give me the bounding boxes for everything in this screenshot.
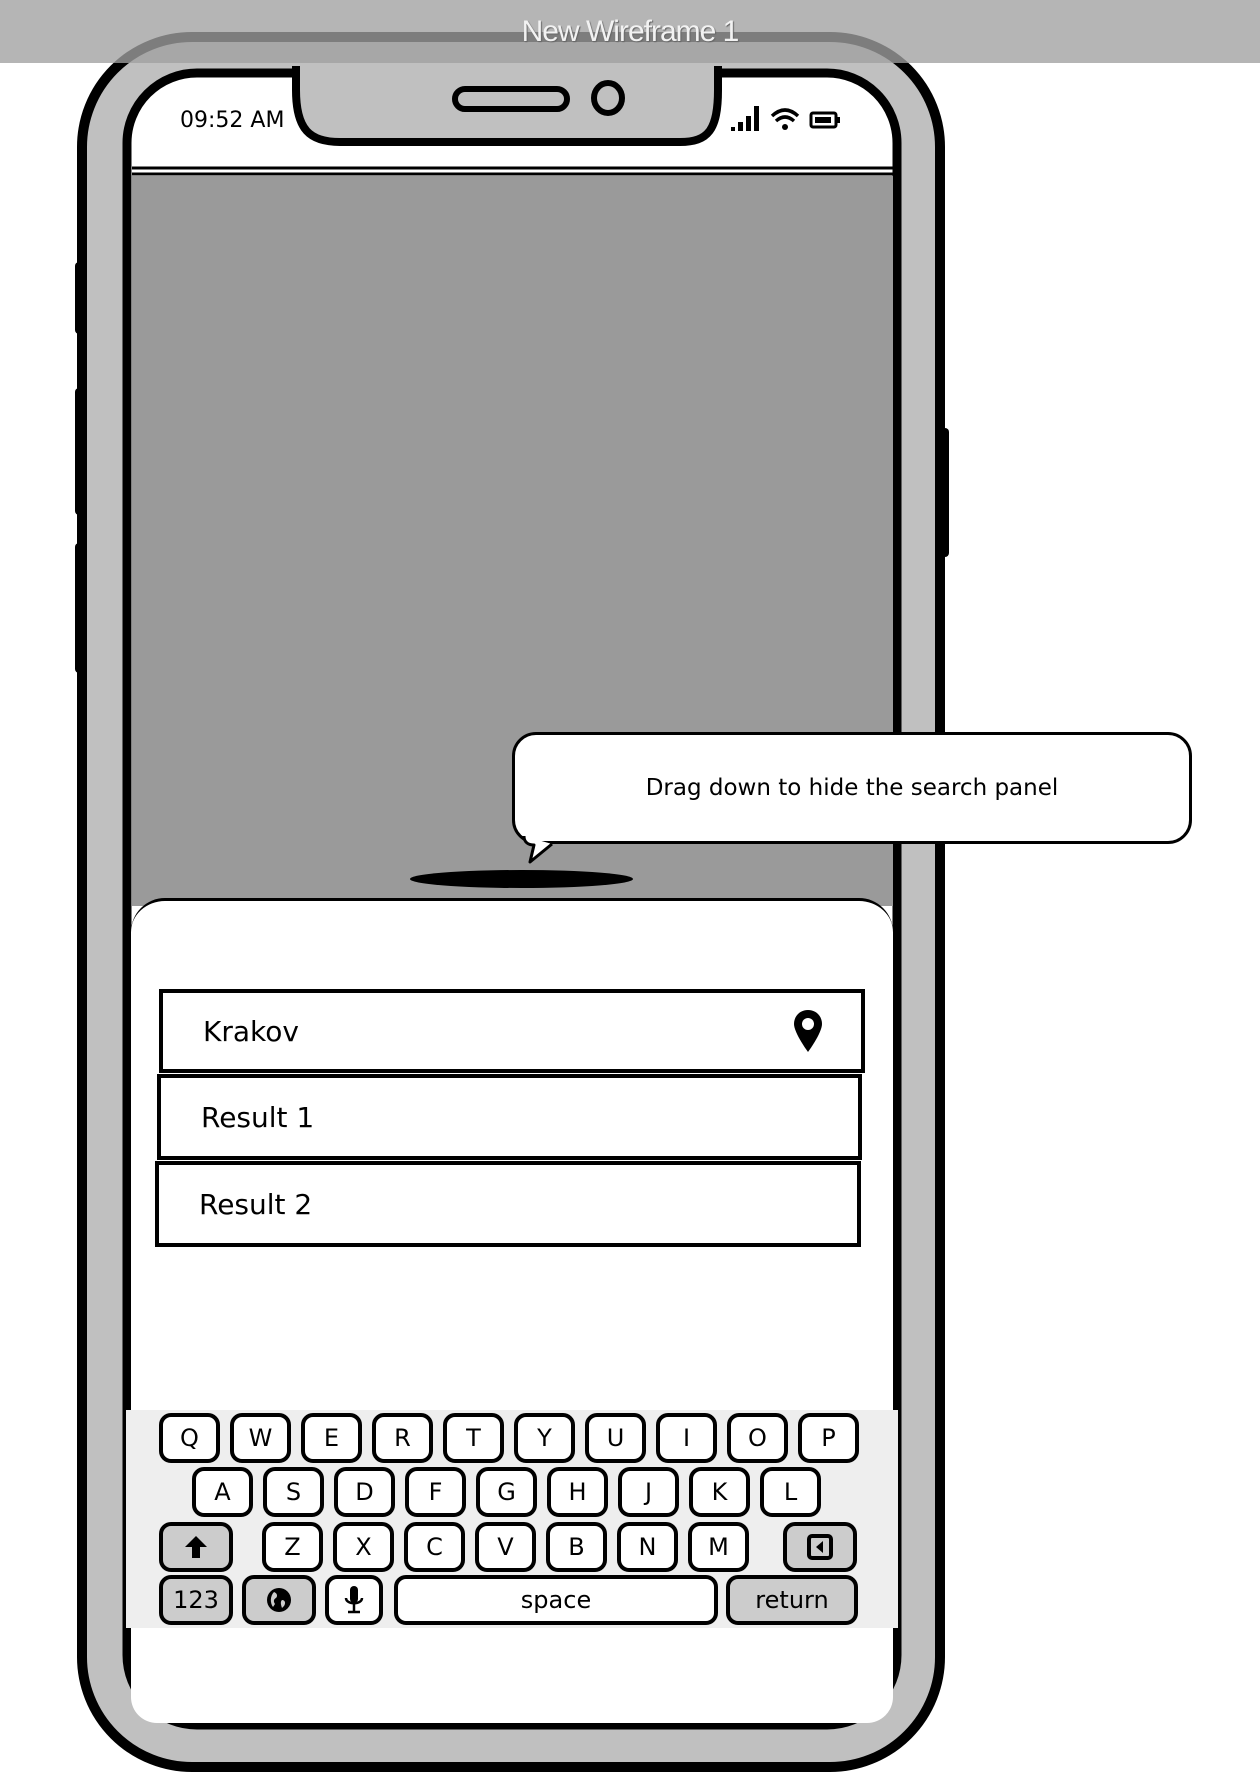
key-s[interactable]: S	[263, 1467, 324, 1517]
front-camera	[591, 80, 625, 116]
key-e[interactable]: E	[301, 1413, 362, 1463]
search-result-item[interactable]: Result 1	[157, 1074, 862, 1160]
key-f[interactable]: F	[405, 1467, 466, 1517]
key-x[interactable]: X	[333, 1522, 394, 1572]
backspace-key[interactable]	[783, 1522, 857, 1572]
return-key[interactable]: return	[726, 1575, 858, 1625]
window-title-bar: New Wireframe 1	[0, 0, 1260, 63]
globe-key[interactable]	[242, 1575, 316, 1625]
key-k[interactable]: K	[689, 1467, 750, 1517]
key-l[interactable]: L	[760, 1467, 821, 1517]
key-v[interactable]: V	[475, 1522, 536, 1572]
key-i[interactable]: I	[656, 1413, 717, 1463]
key-b[interactable]: B	[546, 1522, 607, 1572]
drag-handle[interactable]	[410, 870, 633, 888]
arrow-up-icon	[185, 1536, 207, 1558]
space-key[interactable]: space	[394, 1575, 718, 1625]
key-w[interactable]: W	[230, 1413, 291, 1463]
search-result-label: Result 2	[199, 1187, 313, 1221]
search-result-item[interactable]: Result 2	[155, 1161, 861, 1247]
key-d[interactable]: D	[334, 1467, 395, 1517]
map-pin-icon[interactable]	[793, 1009, 823, 1053]
key-r[interactable]: R	[372, 1413, 433, 1463]
search-result-label: Result 1	[201, 1100, 315, 1134]
microphone-key[interactable]	[325, 1575, 383, 1625]
speaker	[452, 86, 570, 112]
search-input-value: Krakov	[203, 1014, 299, 1048]
tooltip-bubble: Drag down to hide the search panel	[512, 732, 1192, 844]
tooltip-tail	[522, 836, 553, 864]
key-o[interactable]: O	[727, 1413, 788, 1463]
tooltip-text: Drag down to hide the search panel	[645, 775, 1059, 801]
backspace-icon	[807, 1534, 833, 1560]
key-g[interactable]: G	[476, 1467, 537, 1517]
key-c[interactable]: C	[404, 1522, 465, 1572]
key-m[interactable]: M	[688, 1522, 749, 1572]
key-j[interactable]: J	[618, 1467, 679, 1517]
key-u[interactable]: U	[585, 1413, 646, 1463]
key-t[interactable]: T	[443, 1413, 504, 1463]
numbers-key[interactable]: 123	[159, 1575, 233, 1625]
status-time: 09:52 AM	[180, 108, 285, 133]
globe-icon	[267, 1588, 291, 1612]
search-input[interactable]: Krakov	[159, 989, 865, 1073]
shift-key[interactable]	[159, 1522, 233, 1572]
key-z[interactable]: Z	[262, 1522, 323, 1572]
key-n[interactable]: N	[617, 1522, 678, 1572]
key-q[interactable]: Q	[159, 1413, 220, 1463]
key-p[interactable]: P	[798, 1413, 859, 1463]
key-a[interactable]: A	[192, 1467, 253, 1517]
key-h[interactable]: H	[547, 1467, 608, 1517]
key-y[interactable]: Y	[514, 1413, 575, 1463]
window-title: New Wireframe 1	[521, 14, 740, 48]
microphone-icon	[344, 1586, 364, 1614]
